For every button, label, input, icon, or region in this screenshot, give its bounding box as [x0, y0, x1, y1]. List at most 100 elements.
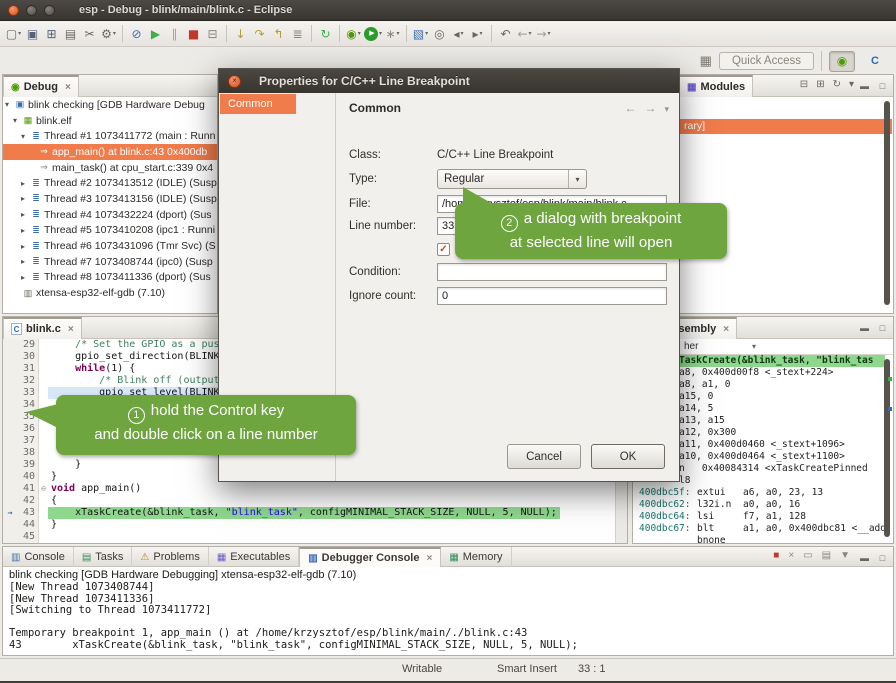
tree-expand-icon[interactable]: ▸ — [21, 210, 30, 219]
editor-ruler[interactable] — [3, 363, 17, 375]
external-tools-button[interactable]: ∗▾ — [383, 23, 402, 45]
instruction-stepping-button[interactable]: ≣ — [288, 23, 307, 45]
disassembly-row[interactable]: 400dbc67:blta1, a0, 0x400dbc81 <__adddf3 — [633, 523, 885, 535]
tab-console[interactable]: ▥Console — [3, 547, 74, 567]
folder-button[interactable]: ▤ — [61, 23, 80, 45]
maximize-icon[interactable]: □ — [875, 551, 890, 565]
annotation-prev-button[interactable]: ◂▾ — [449, 23, 468, 45]
ignore-count-field[interactable]: 0 — [437, 287, 667, 305]
view-menu-icon[interactable]: ▾ — [846, 79, 857, 90]
editor-line-number[interactable]: 30 — [17, 351, 39, 363]
step-over-button[interactable]: ↷ — [250, 23, 269, 45]
resume-button[interactable]: ▶ — [146, 23, 165, 45]
annotation-next-button[interactable]: ▸▾ — [468, 23, 487, 45]
tab-memory[interactable]: ▦Memory — [441, 547, 511, 567]
restart-button[interactable]: ↻ — [316, 23, 335, 45]
editor-ruler[interactable] — [3, 483, 17, 495]
tab-blink-c[interactable]: C blink.c × — [3, 317, 82, 339]
disassembly-row[interactable]: 400dbc5f:extuia6, a0, 23, 13 — [633, 487, 885, 499]
editor-ruler[interactable] — [3, 435, 17, 447]
editor-line-number[interactable]: 33 — [17, 387, 39, 399]
close-icon[interactable]: × — [426, 553, 432, 564]
editor-ruler[interactable] — [3, 423, 17, 435]
collapse-all-icon[interactable]: ⊟ — [797, 79, 811, 90]
fold-minus-icon[interactable]: ⊖ — [39, 483, 48, 495]
editor-line-number[interactable]: 44 — [17, 519, 39, 531]
editor-ruler[interactable] — [3, 399, 17, 411]
new-project-button[interactable]: ▧▾ — [411, 23, 430, 45]
tree-expand-icon[interactable]: ▸ — [21, 242, 30, 251]
editor-line-number[interactable]: 39 — [17, 459, 39, 471]
instruction-pointer-icon[interactable]: → — [3, 507, 17, 519]
editor-ruler[interactable] — [3, 459, 17, 471]
tab-problems[interactable]: ⚠Problems — [132, 547, 208, 567]
editor-ruler[interactable] — [3, 411, 17, 423]
search-button[interactable]: ◎ — [430, 23, 449, 45]
editor-line-number[interactable]: 42 — [17, 495, 39, 507]
editor-line-number[interactable]: 37 — [17, 435, 39, 447]
tree-expand-icon[interactable]: ▸ — [21, 179, 30, 188]
sidebar-item-common[interactable]: Common — [220, 94, 296, 114]
enabled-checkbox[interactable]: ✓ — [437, 243, 450, 256]
skip-breakpoints-button[interactable]: ⊘ — [127, 23, 146, 45]
editor-ruler[interactable] — [3, 387, 17, 399]
disassembly-scrollbar[interactable] — [884, 359, 890, 537]
debug-tree-row[interactable]: ▸≣Thread #2 1073413512 (IDLE) (Susp — [3, 175, 217, 191]
tree-expand-icon[interactable]: ▸ — [21, 226, 30, 235]
editor-line-number[interactable]: 43 — [17, 507, 39, 519]
tab-debug[interactable]: ◉ Debug × — [3, 75, 79, 97]
window-titlebar[interactable]: esp - Debug - blink/main/blink.c - Eclip… — [0, 0, 896, 21]
editor-ruler[interactable] — [3, 447, 17, 459]
editor-line[interactable]: 41⊖void app_main() — [3, 483, 615, 495]
debug-tree-row[interactable]: ▸≣Thread #3 1073413156 (IDLE) (Susp — [3, 191, 217, 207]
scroll-lock-icon[interactable]: ▤ — [819, 550, 834, 561]
editor-ruler[interactable] — [3, 495, 17, 507]
tree-expand-icon[interactable]: ▸ — [21, 273, 30, 282]
minimize-icon[interactable]: ▬ — [857, 551, 872, 565]
debug-button[interactable]: ◉▾ — [344, 23, 363, 45]
editor-ruler[interactable] — [3, 471, 17, 483]
tree-expand-icon[interactable]: ▸ — [21, 257, 30, 266]
editor-line[interactable]: →43 xTaskCreate(&blink_task, "blink_task… — [3, 507, 615, 519]
cancel-button[interactable]: Cancel — [507, 444, 581, 469]
step-return-button[interactable]: ↰ — [269, 23, 288, 45]
terminate-button[interactable]: ■ — [184, 23, 203, 45]
editor-line-number[interactable]: 29 — [17, 339, 39, 351]
back-button[interactable]: ←▾ — [515, 23, 534, 45]
tree-expand-icon[interactable]: ▾ — [13, 116, 22, 125]
editor-line-number[interactable]: 38 — [17, 447, 39, 459]
step-into-button[interactable]: ↓ — [231, 23, 250, 45]
dialog-close-button[interactable]: × — [228, 75, 241, 88]
editor-ruler[interactable] — [3, 339, 17, 351]
debug-tree-row[interactable]: ▸≣Thread #5 1073410208 (ipc1 : Runni — [3, 223, 217, 239]
debug-tree-row[interactable]: ▾≣Thread #1 1073411772 (main : Runn — [3, 128, 217, 144]
disconnect-button[interactable]: ⊟ — [203, 23, 222, 45]
run-button[interactable]: ▶▾ — [363, 23, 383, 45]
debug-tree-row[interactable]: ▾▦blink.elf — [3, 113, 217, 129]
editor-line-number[interactable]: 40 — [17, 471, 39, 483]
disassembly-row[interactable]: 400dbc62:l32i.na0, a0, 16 — [633, 499, 885, 511]
clear-console-icon[interactable]: ▭ — [800, 550, 815, 561]
debug-tree-row[interactable]: ▥xtensa-esp32-elf-gdb (7.10) — [3, 285, 217, 301]
editor-line-number[interactable]: 45 — [17, 531, 39, 543]
last-edit-button[interactable]: ↶ — [496, 23, 515, 45]
editor-ruler[interactable] — [3, 531, 17, 543]
new-wizard-button[interactable]: ▢▾ — [4, 23, 23, 45]
editor-line[interactable]: 45 — [3, 531, 615, 543]
back-icon[interactable]: ← — [624, 101, 636, 115]
type-select[interactable]: Regular ▾ — [437, 169, 587, 189]
disassembly-row[interactable]: bnone — [633, 535, 885, 545]
tab-executables[interactable]: ▦Executables — [209, 547, 299, 567]
view-menu-icon[interactable]: ▾ — [664, 104, 669, 115]
debug-tree-row[interactable]: ⇒app_main() at blink.c:43 0x400db — [3, 144, 217, 160]
tab-debugger-console[interactable]: ▥Debugger Console× — [299, 547, 441, 567]
debug-tree-row[interactable]: ▸≣Thread #6 1073431096 (Tmr Svc) (S — [3, 238, 217, 254]
disassembly-row[interactable]: 400dbc64:lsif7, a1, 128 — [633, 511, 885, 523]
window-close-button[interactable] — [8, 5, 19, 16]
tree-expand-icon[interactable]: ▾ — [5, 100, 14, 109]
dialog-titlebar[interactable]: × Properties for C/C++ Line Breakpoint — [219, 69, 679, 93]
refresh-icon[interactable]: ↻ — [830, 79, 844, 90]
editor-line[interactable]: 42{ — [3, 495, 615, 507]
editor-ruler[interactable] — [3, 351, 17, 363]
tab-modules[interactable]: ▦ Modules — [679, 75, 753, 97]
